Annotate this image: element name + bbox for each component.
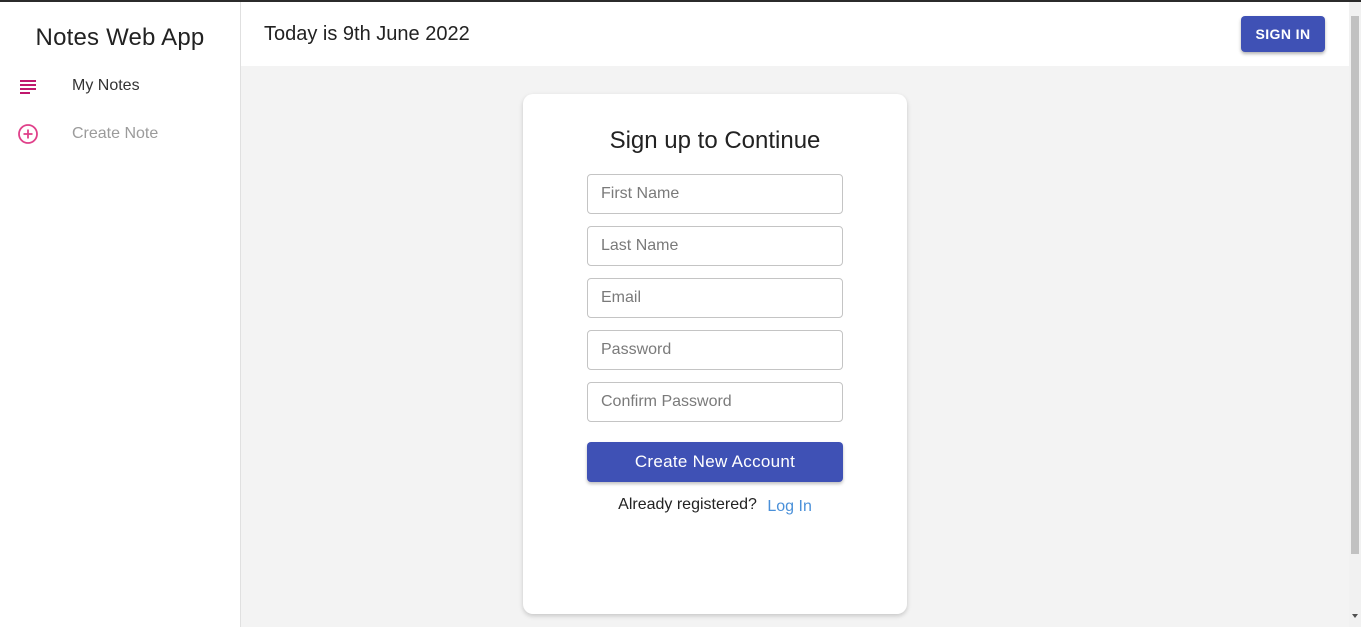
first-name-input[interactable]	[587, 174, 843, 214]
sidebar-item-create-note[interactable]: Create Note	[0, 112, 240, 156]
app-title: Notes Web App	[35, 24, 205, 51]
scroll-down-arrow-icon[interactable]	[1352, 614, 1358, 618]
page-scrollbar[interactable]	[1349, 2, 1361, 627]
notes-list-icon	[17, 75, 39, 97]
email-input[interactable]	[587, 278, 843, 318]
already-registered-text: Already registered?	[618, 496, 757, 513]
form-title: Sign up to Continue	[609, 127, 821, 154]
create-account-button[interactable]: Create New Account	[587, 442, 843, 482]
sidebar-item-label: My Notes	[72, 77, 140, 94]
login-prompt: Already registered? Log In	[523, 496, 907, 516]
confirm-password-input[interactable]	[587, 382, 843, 422]
scrollbar-thumb[interactable]	[1351, 16, 1359, 554]
add-circle-icon	[17, 123, 39, 145]
password-input[interactable]	[587, 330, 843, 370]
sidebar: Notes Web App My Notes Create Note	[0, 2, 241, 627]
signup-card: Sign up to Continue Create New Account A…	[523, 94, 907, 614]
sign-in-button[interactable]: SIGN IN	[1241, 16, 1325, 52]
last-name-input[interactable]	[587, 226, 843, 266]
date-text: Today is 9th June 2022	[264, 23, 470, 45]
sidebar-item-label: Create Note	[72, 125, 159, 142]
log-in-link[interactable]: Log In	[767, 498, 811, 516]
sidebar-item-my-notes[interactable]: My Notes	[0, 64, 240, 108]
top-bar: Today is 9th June 2022 SIGN IN	[241, 2, 1349, 66]
